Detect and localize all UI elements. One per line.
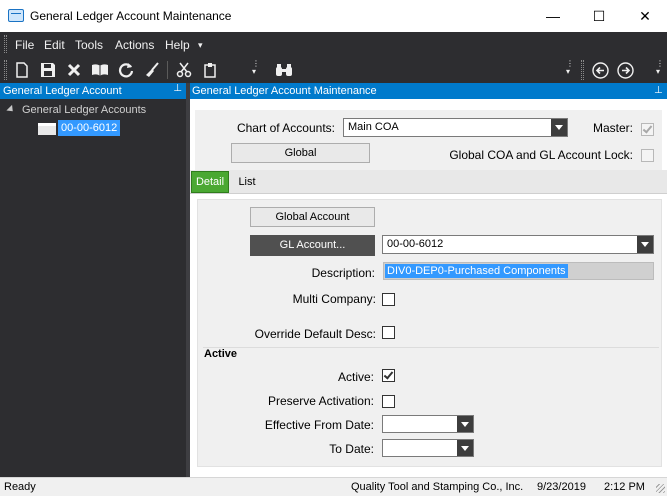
app-icon <box>8 9 24 22</box>
chevron-down-icon <box>457 416 473 432</box>
maintenance-pane-header: General Ledger Account Maintenance <box>190 83 667 99</box>
toolbar-separator <box>167 61 168 79</box>
tab-detail[interactable]: Detail <box>191 171 229 193</box>
override-desc-checkbox[interactable] <box>382 326 395 339</box>
chart-of-accounts-label: Chart of Accounts: <box>236 121 335 135</box>
override-desc-label: Override Default Desc: <box>254 327 376 341</box>
toolbar-overflow-icon-2[interactable]: ⋮ ▾ <box>566 60 574 76</box>
window-title: General Ledger Account Maintenance <box>30 9 232 23</box>
description-value[interactable]: DIV0-DEP0-Purchased Components <box>385 264 568 278</box>
binoculars-icon[interactable] <box>273 59 295 81</box>
toolbar-grip <box>4 60 7 80</box>
active-section-title: Active <box>204 348 238 360</box>
open-book-icon[interactable] <box>89 59 111 81</box>
checkmark-icon <box>642 123 653 134</box>
checkmark-icon <box>383 369 394 380</box>
tree-node-selected[interactable]: 00-00-6012 <box>58 120 121 136</box>
minimize-button[interactable]: — <box>530 0 576 32</box>
active-checkbox[interactable] <box>382 369 395 382</box>
menu-tools[interactable]: Tools <box>75 38 103 52</box>
tree-root[interactable]: General Ledger Accounts <box>22 104 146 116</box>
description-label: Description: <box>311 266 375 280</box>
refresh-icon[interactable] <box>115 59 137 81</box>
chart-of-accounts-select[interactable]: Main COA <box>343 118 568 137</box>
master-checkbox[interactable] <box>641 123 654 136</box>
menu-help[interactable]: Help <box>165 38 190 52</box>
new-icon[interactable] <box>11 59 33 81</box>
active-label: Active: <box>337 370 374 384</box>
forward-icon[interactable] <box>614 59 636 81</box>
status-text: Ready <box>4 481 36 493</box>
global-account-button[interactable]: Global Account <box>250 207 375 227</box>
chart-of-accounts-value: Main COA <box>348 121 399 133</box>
pin-icon[interactable]: ⊥ <box>173 83 182 94</box>
paste-icon[interactable] <box>199 59 221 81</box>
gl-account-select[interactable]: 00-00-6012 <box>382 235 654 254</box>
status-bar: Ready Quality Tool and Stamping Co., Inc… <box>0 477 667 496</box>
close-button[interactable]: ✕ <box>622 0 667 32</box>
status-time: 2:12 PM <box>604 481 645 493</box>
toolbar-overflow-icon-3[interactable]: ⋮ ▾ <box>656 60 664 76</box>
delete-icon[interactable] <box>63 59 85 81</box>
to-date-picker[interactable] <box>382 439 474 457</box>
cut-icon[interactable] <box>173 59 195 81</box>
section-divider <box>203 347 659 348</box>
gl-account-button[interactable]: GL Account... <box>250 235 375 256</box>
global-button[interactable]: Global <box>231 143 370 163</box>
menu-grip <box>4 35 7 53</box>
menu-file[interactable]: File <box>15 38 34 52</box>
effective-from-label: Effective From Date: <box>264 418 374 432</box>
menu-edit[interactable]: Edit <box>44 38 65 52</box>
menu-overflow-icon[interactable]: ▾ <box>198 40 203 51</box>
maximize-button[interactable]: ☐ <box>576 0 622 32</box>
global-lock-checkbox[interactable] <box>641 149 654 162</box>
status-date: 9/23/2019 <box>537 481 586 493</box>
resize-grip-icon[interactable] <box>656 484 665 493</box>
tab-list[interactable]: List <box>232 171 262 193</box>
menu-bar: File Edit Tools Actions Help ▾ <box>0 32 667 58</box>
save-icon[interactable] <box>37 59 59 81</box>
preserve-activation-label: Preserve Activation: <box>267 394 374 408</box>
master-label: Master: <box>592 121 633 135</box>
menu-actions[interactable]: Actions <box>115 38 154 52</box>
chevron-down-icon <box>551 119 567 136</box>
toolbar: ⋮ ▾ ⋮ ▾ ⋮ ▾ <box>0 58 667 83</box>
tree-pane-header: General Ledger Account <box>0 83 186 99</box>
toolbar-grip-2 <box>581 60 584 80</box>
to-date-label: To Date: <box>329 442 374 456</box>
toolbar-overflow-icon[interactable]: ⋮ ▾ <box>252 60 260 76</box>
chevron-down-icon <box>637 236 653 253</box>
status-company: Quality Tool and Stamping Co., Inc. <box>351 481 524 493</box>
clear-icon[interactable] <box>141 59 163 81</box>
gl-account-value: 00-00-6012 <box>387 238 444 250</box>
pin-icon[interactable]: ⊥ <box>654 83 663 99</box>
expand-arrow-icon[interactable] <box>6 104 16 115</box>
tree-pane: General Ledger Account ⊥ General Ledger … <box>0 83 186 477</box>
effective-from-date-picker[interactable] <box>382 415 474 433</box>
preserve-activation-checkbox[interactable] <box>382 395 395 408</box>
global-lock-label: Global COA and GL Account Lock: <box>449 148 633 162</box>
chevron-down-icon <box>457 440 473 456</box>
multi-company-checkbox[interactable] <box>382 293 395 306</box>
back-icon[interactable] <box>589 59 611 81</box>
folder-icon <box>38 123 56 135</box>
multi-company-label: Multi Company: <box>292 292 376 306</box>
